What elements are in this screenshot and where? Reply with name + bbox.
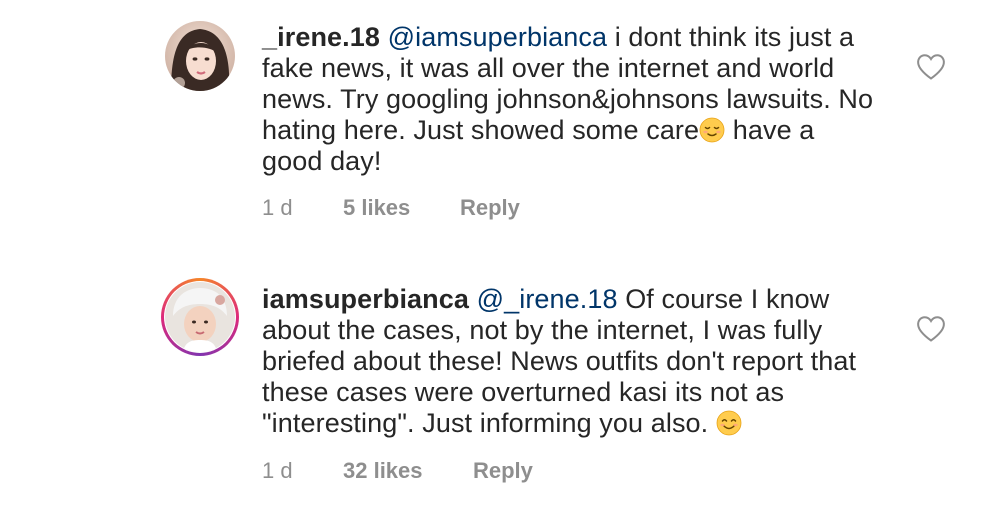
reply-button[interactable]: Reply xyxy=(473,458,533,484)
comment-text: iamsuperbianca @_irene.18 Of course I kn… xyxy=(262,284,882,439)
comment-likes-link[interactable]: 32 likes xyxy=(343,458,423,484)
comment-username[interactable]: iamsuperbianca xyxy=(262,284,469,314)
relieved-face-emoji-icon xyxy=(699,117,725,143)
comment-age: 1 d xyxy=(262,195,293,220)
comment-text: _irene.18 @iamsuperbianca i dont think i… xyxy=(262,22,882,177)
avatar[interactable] xyxy=(165,21,235,91)
comment-mention[interactable]: @_irene.18 xyxy=(477,284,618,314)
comment-item: _irene.18 @iamsuperbianca i dont think i… xyxy=(0,0,1000,250)
heart-outline-icon[interactable] xyxy=(916,53,946,81)
avatar[interactable] xyxy=(165,282,235,352)
comment-likes-link[interactable]: 5 likes xyxy=(343,195,410,221)
comment-age: 1 d xyxy=(262,458,293,483)
smiling-face-emoji-icon xyxy=(716,410,742,436)
comment-mention[interactable]: @iamsuperbianca xyxy=(388,22,608,52)
profile-photo-icon xyxy=(165,282,235,352)
heart-outline-icon[interactable] xyxy=(916,315,946,343)
reply-button[interactable]: Reply xyxy=(460,195,520,221)
comment-username[interactable]: _irene.18 xyxy=(262,22,380,52)
profile-photo-icon xyxy=(165,21,235,91)
